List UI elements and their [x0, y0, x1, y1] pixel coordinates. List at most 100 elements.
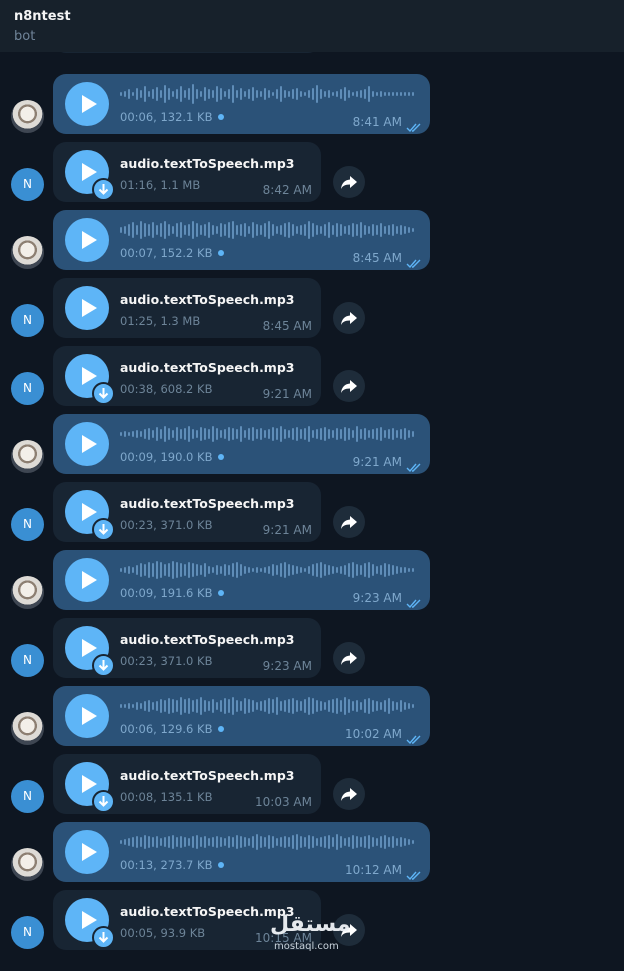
waveform-bar [396, 226, 398, 234]
chat-messages-area[interactable]: N00:10, 02.4 KB8:40 AM00:06, 132.1 KB8:4… [0, 0, 624, 971]
waveform-bar [328, 700, 330, 712]
waveform-bar [412, 431, 414, 437]
waveform-bar [268, 429, 270, 439]
waveform-bar [256, 429, 258, 439]
audio-file-bubble[interactable]: audio.textToSpeech.mp3 00:38, 608.2 KB 9:2… [53, 346, 321, 406]
watermark-logo: مستقل mostaql.com [270, 912, 350, 952]
waveform-bar [268, 835, 270, 849]
download-button[interactable] [92, 382, 115, 405]
share-button[interactable] [333, 166, 365, 198]
waveform-bar [156, 225, 158, 235]
waveform[interactable] [120, 220, 420, 240]
user-avatar[interactable] [11, 712, 44, 745]
waveform-bar [260, 225, 262, 235]
waveform-bar [348, 837, 350, 847]
share-button[interactable] [333, 642, 365, 674]
audio-file-bubble[interactable]: audio.textToSpeech.mp3 00:23, 371.0 KB 9:2… [53, 482, 321, 542]
audio-file-bubble[interactable]: audio.textToSpeech.mp3 01:16, 1.1 MB 8:42 … [53, 142, 321, 202]
voice-message-bubble[interactable]: 00:09, 191.6 KB 9:23 AM [53, 550, 430, 610]
waveform-bar [188, 838, 190, 846]
waveform-bar [192, 700, 194, 712]
share-button[interactable] [333, 302, 365, 334]
download-button[interactable] [92, 790, 115, 813]
waveform-bar [296, 834, 298, 850]
waveform-bar [272, 699, 274, 713]
waveform-bar [336, 567, 338, 573]
waveform-bar [384, 563, 386, 577]
waveform-bar [140, 90, 142, 98]
share-button[interactable] [333, 506, 365, 538]
waveform-bar [208, 429, 210, 439]
waveform-bar [376, 428, 378, 440]
waveform-bar [124, 226, 126, 234]
download-button[interactable] [92, 654, 115, 677]
waveform-bar [296, 88, 298, 100]
play-button[interactable] [65, 286, 109, 330]
waveform[interactable] [120, 84, 420, 104]
waveform-bar [252, 222, 254, 238]
download-button[interactable] [92, 178, 115, 201]
voice-message-bubble[interactable]: 00:06, 132.1 KB 8:41 AM [53, 74, 430, 134]
file-name: audio.textToSpeech.mp3 [120, 632, 295, 647]
waveform-bar [352, 223, 354, 237]
waveform-bar [348, 563, 350, 577]
voice-message-bubble[interactable]: 00:06, 129.6 KB 10:02 AM [53, 686, 430, 746]
bot-avatar[interactable]: N [11, 916, 44, 949]
voice-message-bubble[interactable]: 00:07, 152.2 KB 8:45 AM [53, 210, 430, 270]
waveform[interactable] [120, 424, 420, 444]
waveform-bar [320, 562, 322, 578]
bot-avatar[interactable]: N [11, 780, 44, 813]
waveform-bar [344, 427, 346, 441]
share-button[interactable] [333, 778, 365, 810]
message-row: 00:06, 132.1 KB 8:41 AM [0, 74, 624, 134]
bot-avatar[interactable]: N [11, 644, 44, 677]
download-button[interactable] [92, 518, 115, 541]
voice-message-bubble[interactable]: 00:13, 273.7 KB 10:12 AM [53, 822, 430, 882]
bot-avatar[interactable]: N [11, 372, 44, 405]
waveform-bar [192, 429, 194, 439]
play-button[interactable] [65, 558, 109, 602]
waveform[interactable] [120, 560, 420, 580]
share-button[interactable] [333, 370, 365, 402]
chat-header[interactable]: n8ntest bot [0, 0, 624, 52]
bot-avatar[interactable]: N [11, 508, 44, 541]
waveform[interactable] [120, 832, 420, 852]
user-avatar[interactable] [11, 236, 44, 269]
waveform-bar [144, 564, 146, 576]
waveform-bar [284, 90, 286, 98]
unplayed-dot [218, 590, 225, 596]
user-avatar[interactable] [11, 848, 44, 881]
bot-avatar[interactable]: N [11, 304, 44, 337]
play-button[interactable] [65, 82, 109, 126]
audio-file-bubble[interactable]: audio.textToSpeech.mp3 00:23, 371.0 KB 9:2… [53, 618, 321, 678]
play-button[interactable] [65, 694, 109, 738]
waveform-bar [344, 838, 346, 846]
waveform-bar [316, 563, 318, 577]
audio-file-bubble[interactable]: audio.textToSpeech.mp3 00:08, 135.1 KB 10:… [53, 754, 321, 814]
bot-avatar[interactable]: N [11, 168, 44, 201]
waveform-bar [176, 89, 178, 99]
waveform-bar [132, 92, 134, 96]
play-button[interactable] [65, 830, 109, 874]
waveform-bar [388, 225, 390, 235]
waveform-bar [180, 86, 182, 102]
play-button[interactable] [65, 218, 109, 262]
waveform-bar [256, 702, 258, 710]
user-avatar[interactable] [11, 576, 44, 609]
user-avatar[interactable] [11, 100, 44, 133]
file-meta: 00:38, 608.2 KB [120, 382, 213, 396]
waveform[interactable] [120, 696, 420, 716]
waveform-bar [232, 563, 234, 577]
waveform-bar [120, 227, 122, 233]
waveform-bar [300, 836, 302, 848]
waveform-bar [360, 429, 362, 439]
waveform-bar [312, 223, 314, 237]
download-button[interactable] [92, 926, 115, 949]
waveform-bar [160, 90, 162, 98]
audio-file-bubble[interactable]: audio.textToSpeech.mp3 01:25, 1.3 MB 8:45 … [53, 278, 321, 338]
user-avatar[interactable] [11, 440, 44, 473]
waveform-bar [308, 835, 310, 849]
play-button[interactable] [65, 422, 109, 466]
voice-message-bubble[interactable]: 00:09, 190.0 KB 9:21 AM [53, 414, 430, 474]
waveform-bar [272, 224, 274, 236]
